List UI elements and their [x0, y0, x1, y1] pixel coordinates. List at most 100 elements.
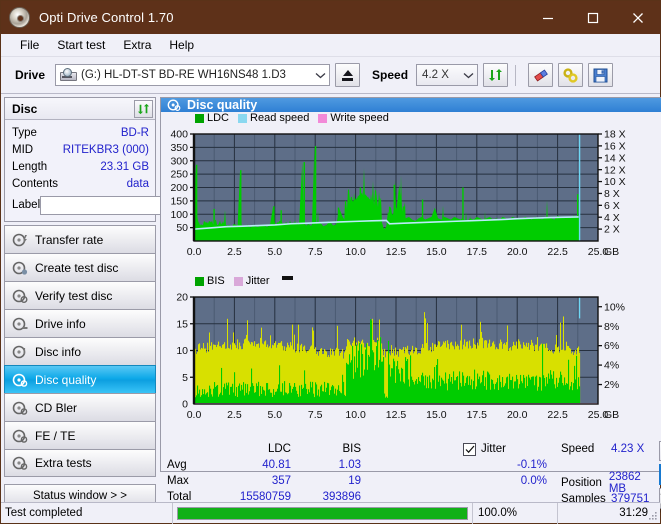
refresh-icon: [489, 69, 503, 81]
disc-icon: [12, 345, 26, 358]
legend-swatch-ldc: [195, 113, 204, 123]
menu-bar: File Start test Extra Help: [1, 34, 660, 57]
svg-text:10 X: 10 X: [604, 176, 626, 188]
disc-panel-title: Disc: [12, 101, 38, 116]
stats-max-bis: 19: [348, 475, 361, 487]
drive-select[interactable]: (G:) HL-DT-ST BD-RE WH16NS48 1.D3: [55, 64, 331, 86]
svg-text:150: 150: [170, 195, 188, 207]
resize-grip-icon[interactable]: [647, 510, 658, 521]
bottom-chart-legend: BIS Jitter: [161, 275, 661, 287]
legend-item-write-speed: Write speed: [318, 112, 389, 124]
svg-text:10.0: 10.0: [345, 409, 366, 421]
toolbar-separator: [515, 64, 517, 86]
refresh-icon: [137, 103, 150, 114]
svg-text:100: 100: [170, 209, 188, 221]
disc-type-label: Type: [12, 126, 37, 139]
legend-label-ldc: LDC: [207, 112, 230, 124]
close-button[interactable]: [615, 1, 660, 34]
content-area: Disc Type BD-R MID RITEKBR3 (000) Length…: [1, 94, 661, 513]
speed-readout-label: Speed: [561, 443, 595, 455]
disc-refresh-button[interactable]: [134, 99, 153, 118]
stats-label-max: Max: [167, 475, 189, 487]
svg-text:18 X: 18 X: [604, 129, 626, 141]
chevron-down-icon: [459, 72, 477, 79]
disc-quality-icon: [167, 99, 181, 111]
svg-text:GB: GB: [604, 246, 619, 258]
title-bar: Opti Drive Control 1.70: [1, 1, 660, 34]
sidebar-item-label: Verify test disc: [35, 288, 113, 303]
stats-header-row: LDC BIS: [167, 441, 461, 457]
bottom-chart: 5 10 15 20 0 2% 4% 6% 8% 10% 0.0 2.5 5.0 7.5 10.0 12.5 1…: [161, 287, 661, 437]
disc-info-panel: Disc Type BD-R MID RITEKBR3 (000) Length…: [4, 97, 249, 222]
minimize-button[interactable]: [525, 1, 570, 34]
sidebar-item-fe-te[interactable]: FE / TE: [4, 421, 156, 449]
jitter-checkbox[interactable]: [463, 442, 476, 456]
stats-max-ldc: 357: [271, 475, 291, 487]
legend-swatch-read-speed: [238, 113, 248, 123]
stats-header-ldc: LDC: [267, 443, 291, 455]
test-readouts: Speed 4.23 X Position 23862 MB Samples 3…: [561, 441, 659, 509]
tools-icon: [562, 67, 578, 83]
svg-text:10: 10: [176, 345, 188, 357]
svg-text:GB: GB: [604, 409, 619, 421]
app-window: Opti Drive Control 1.70 File Start test …: [0, 0, 661, 524]
sidebar-item-label: Transfer rate: [35, 232, 104, 247]
top-chart: 50 100 150 200 250 300 350 400 2 X4 X6 X8 X 10 X1…: [161, 124, 661, 274]
drive-label: Drive: [15, 68, 46, 82]
disc-icon: [12, 289, 28, 303]
position-readout-row: Position 23862 MB: [561, 471, 659, 495]
stats-area: LDC BIS Avg 40.81 1.03 Max 357 19 Total …: [161, 437, 661, 513]
svg-text:17.5: 17.5: [467, 246, 488, 258]
disc-icon: [12, 429, 28, 443]
svg-text:15: 15: [176, 318, 188, 330]
erase-button[interactable]: [528, 63, 554, 87]
disc-icon: [12, 261, 28, 275]
drive-select-value: (G:) HL-DT-ST BD-RE WH16NS48 1.D3: [81, 69, 286, 81]
sidebar-item-create-test-disc[interactable]: Create test disc: [4, 253, 156, 281]
disc-rows: Type BD-R MID RITEKBR3 (000) Length 23.3…: [5, 120, 249, 221]
svg-text:0.0: 0.0: [187, 409, 202, 421]
stats-table: LDC BIS Avg 40.81 1.03 Max 357 19 Total …: [161, 441, 461, 509]
stats-label-avg: Avg: [167, 459, 187, 471]
svg-text:2.5: 2.5: [227, 409, 242, 421]
app-disc-icon: [9, 7, 30, 28]
eject-button[interactable]: [335, 63, 361, 87]
top-chart-legend: LDC Read speed Write speed: [161, 112, 661, 124]
position-value: 23862 MB: [608, 471, 641, 495]
sidebar-item-label: Drive info: [35, 316, 86, 331]
sidebar-item-extra-tests[interactable]: Extra tests: [4, 449, 156, 477]
tools-button[interactable]: [558, 63, 584, 87]
svg-text:10.0: 10.0: [345, 246, 366, 258]
sidebar-item-transfer-rate[interactable]: Transfer rate: [4, 225, 156, 253]
ldc-speed-chart: 501001502002503003504002 X4 X6 X8 X10 X1…: [170, 129, 626, 258]
progress-bar: [177, 506, 468, 520]
svg-text:16 X: 16 X: [604, 140, 626, 152]
disc-row-contents: Contents data: [12, 175, 149, 192]
sidebar-item-disc-quality[interactable]: Disc quality: [4, 365, 156, 393]
disc-icon: [12, 233, 27, 246]
menu-help[interactable]: Help: [160, 36, 203, 54]
menu-extra[interactable]: Extra: [114, 36, 160, 54]
refresh-drive-button[interactable]: [483, 63, 509, 87]
sidebar-item-cd-bler[interactable]: CD Bler: [4, 393, 156, 421]
sidebar-item-verify-test-disc[interactable]: Verify test disc: [4, 281, 156, 309]
svg-text:8%: 8%: [604, 321, 619, 333]
status-bar: Test completed 100.0% 31:29: [1, 502, 660, 524]
sidebar-item-drive-info[interactable]: Drive info: [4, 309, 156, 337]
jitter-label: Jitter: [481, 443, 506, 455]
test-control-area: Speed 4.23 X Position 23862 MB Samples 3…: [561, 441, 661, 513]
speed-select[interactable]: 4.2 X: [416, 64, 479, 86]
menu-file[interactable]: File: [11, 36, 48, 54]
save-button[interactable]: [588, 63, 614, 87]
disc-type-value: BD-R: [120, 126, 149, 139]
stats-header-bis: BIS: [342, 443, 361, 455]
window-title: Opti Drive Control 1.70: [39, 10, 174, 25]
menu-start-test[interactable]: Start test: [48, 36, 114, 54]
eraser-icon: [533, 68, 548, 82]
maximize-button[interactable]: [570, 1, 615, 34]
stats-row-avg: Avg 40.81 1.03: [167, 457, 461, 473]
progress-percent: 100.0%: [473, 502, 558, 524]
sidebar-item-disc-info[interactable]: Disc info: [4, 337, 156, 365]
svg-text:5.0: 5.0: [267, 246, 282, 258]
disc-icon: [12, 317, 28, 330]
